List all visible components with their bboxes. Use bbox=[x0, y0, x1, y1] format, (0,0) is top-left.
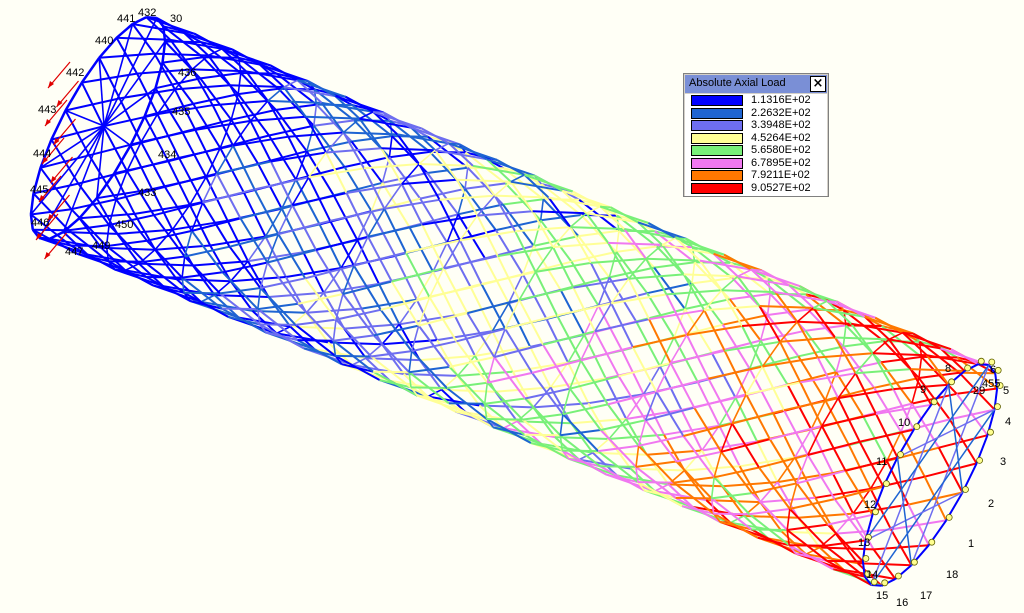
legend-swatch bbox=[691, 145, 743, 156]
legend-entry: 9.0527E+02 bbox=[685, 181, 827, 195]
legend-value: 1.1316E+02 bbox=[751, 94, 811, 106]
node-label: 13 bbox=[858, 537, 870, 549]
legend-swatch bbox=[691, 95, 743, 106]
legend-swatch bbox=[691, 120, 743, 131]
node-label: 10 bbox=[898, 417, 910, 429]
node-label: 446 bbox=[31, 217, 49, 229]
node-label: 18 bbox=[946, 569, 958, 581]
node-label: 1 bbox=[968, 538, 974, 550]
legend-value: 3.3948E+02 bbox=[751, 119, 811, 131]
node-label: 442 bbox=[66, 67, 84, 79]
node-label: 12 bbox=[864, 499, 876, 511]
node-label: 14 bbox=[866, 569, 878, 581]
node-label: 17 bbox=[920, 590, 932, 602]
legend-entry: 6.7895E+02 bbox=[685, 156, 827, 170]
node-label: 445 bbox=[30, 184, 48, 196]
node-label: 436 bbox=[178, 67, 196, 79]
legend-entry: 3.3948E+02 bbox=[685, 119, 827, 132]
node-label: 441 bbox=[117, 13, 135, 25]
legend-entry: 1.1316E+02 bbox=[685, 94, 827, 107]
node-label: 5 bbox=[1003, 385, 1009, 397]
node-label: 447 bbox=[65, 246, 83, 258]
legend-value: 6.7895E+02 bbox=[751, 156, 811, 169]
legend-swatch bbox=[691, 107, 743, 119]
legend-body: 1.1316E+02 2.2632E+02 3.3948E+02 4.5264E+02… bbox=[685, 94, 827, 196]
node-label: 15 bbox=[876, 590, 888, 602]
node-label: 6 bbox=[990, 364, 996, 376]
legend-swatch bbox=[691, 182, 743, 194]
legend-entry: 4.5264E+02 bbox=[685, 131, 827, 145]
legend-value: 4.5264E+02 bbox=[751, 131, 811, 144]
node-label: 435 bbox=[172, 106, 190, 118]
legend-entry: 7.9211E+02 bbox=[685, 169, 827, 182]
legend-entry: 2.2632E+02 bbox=[685, 106, 827, 120]
legend-value: 2.2632E+02 bbox=[751, 106, 811, 119]
node-label: 449 bbox=[92, 240, 110, 252]
node-label: 450 bbox=[115, 219, 133, 231]
legend-swatch bbox=[691, 132, 743, 144]
node-label: 16 bbox=[896, 597, 908, 609]
node-label: 9 bbox=[920, 384, 926, 396]
close-icon[interactable]: × bbox=[810, 76, 826, 92]
node-label: 440 bbox=[95, 35, 113, 47]
node-label: 443 bbox=[38, 104, 56, 116]
node-label: 432 bbox=[138, 7, 156, 19]
node-label: 444 bbox=[33, 148, 51, 160]
legend-entry: 5.6580E+02 bbox=[685, 144, 827, 157]
node-label: 3 bbox=[1000, 456, 1006, 468]
node-label: 455 bbox=[982, 378, 1000, 390]
legend-value: 9.0527E+02 bbox=[751, 181, 811, 194]
legend-swatch bbox=[691, 170, 743, 181]
node-labels: 432 30440441442 43643544343444443344545044… bbox=[30, 7, 1011, 609]
node-label: 434 bbox=[158, 149, 176, 161]
node-label: 4 bbox=[1005, 416, 1011, 428]
node-label: 2 bbox=[988, 498, 994, 510]
legend-value: 5.6580E+02 bbox=[751, 144, 811, 156]
node-label: 433 bbox=[138, 187, 156, 199]
node-label: 30 bbox=[170, 13, 182, 25]
legend-window[interactable]: Absolute Axial Load × 1.1316E+02 2.2632E+… bbox=[683, 73, 829, 197]
legend-swatch bbox=[691, 157, 743, 169]
node-label: 11 bbox=[876, 456, 887, 468]
node-label: 8 bbox=[945, 363, 951, 375]
legend-value: 7.9211E+02 bbox=[751, 169, 810, 181]
legend-title: Absolute Axial Load bbox=[689, 77, 786, 89]
model-viewport[interactable]: 432 30 440 441 442 436 435 443 434 444 433 445 450 44… bbox=[0, 0, 1024, 613]
legend-titlebar[interactable]: Absolute Axial Load × bbox=[685, 75, 827, 93]
